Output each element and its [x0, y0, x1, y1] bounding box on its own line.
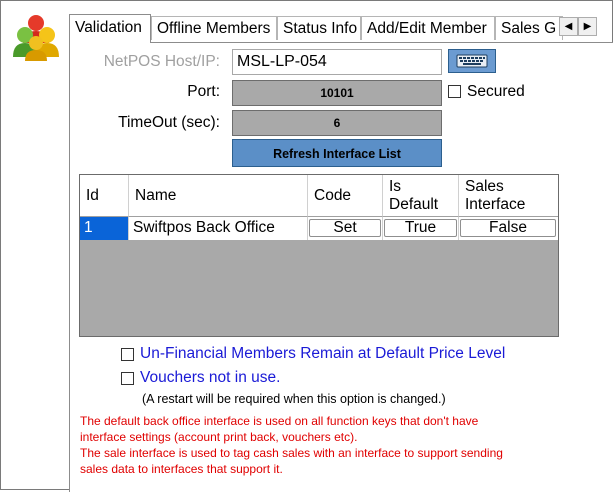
tab-sales-g[interactable]: Sales G — [495, 16, 563, 40]
grid-cell-sales-interface: False — [459, 217, 558, 240]
tab-scroll-right-icon[interactable]: ▶ — [578, 17, 597, 36]
grid-cell-is-default: True — [383, 217, 459, 240]
tab-add-edit-member[interactable]: Add/Edit Member — [361, 16, 495, 40]
port-label: Port: — [187, 83, 220, 100]
vouchers-checkbox[interactable] — [121, 372, 134, 385]
info-line: interface settings (account print back, … — [80, 430, 358, 444]
tab-status-info[interactable]: Status Info — [277, 16, 361, 40]
tab-strip: Validation Offline Members Status Info A… — [69, 14, 613, 43]
grid-cell-id[interactable]: 1 — [80, 217, 129, 240]
tab-scroll-left-icon[interactable]: ◀ — [559, 17, 578, 36]
info-line: sales data to interfaces that support it… — [80, 462, 283, 476]
users-group-icon — [13, 13, 59, 61]
vouchers-label[interactable]: Vouchers not in use. — [140, 369, 280, 387]
unfinancial-members-label[interactable]: Un-Financial Members Remain at Default P… — [140, 345, 505, 363]
grid-header-is-default[interactable]: Is Default — [383, 175, 459, 217]
tab-validation[interactable]: Validation — [69, 14, 151, 43]
code-set-button[interactable]: Set — [309, 219, 381, 237]
info-line: The sale interface is used to tag cash s… — [80, 446, 503, 460]
unfinancial-members-checkbox[interactable] — [121, 348, 134, 361]
secured-checkbox[interactable] — [448, 85, 461, 98]
is-default-button[interactable]: True — [384, 219, 457, 237]
info-line: The default back office interface is use… — [80, 414, 479, 428]
refresh-interface-list-button[interactable]: Refresh Interface List — [232, 139, 442, 167]
info-text: The default back office interface is use… — [80, 413, 610, 477]
restart-note: (A restart will be required when this op… — [142, 392, 446, 406]
host-input[interactable] — [232, 49, 442, 75]
grid-cell-code: Set — [308, 217, 383, 240]
port-field[interactable]: 10101 — [232, 80, 442, 106]
secured-label: Secured — [467, 83, 525, 100]
timeout-field[interactable]: 6 — [232, 110, 442, 136]
sales-interface-button[interactable]: False — [460, 219, 556, 237]
keyboard-button[interactable] — [448, 49, 496, 73]
grid-header-sales-interface[interactable]: Sales Interface — [459, 175, 558, 217]
interface-grid: Id Name Code Is Default Sales Interface … — [79, 174, 559, 337]
host-label: NetPOS Host/IP: — [103, 53, 220, 70]
grid-header-name[interactable]: Name — [129, 175, 308, 217]
grid-header-code[interactable]: Code — [308, 175, 383, 217]
grid-cell-name[interactable]: Swiftpos Back Office — [129, 217, 308, 240]
tab-offline-members[interactable]: Offline Members — [151, 16, 277, 40]
keyboard-icon — [456, 54, 488, 68]
timeout-label: TimeOut (sec): — [118, 114, 220, 131]
grid-header-id[interactable]: Id — [80, 175, 129, 217]
